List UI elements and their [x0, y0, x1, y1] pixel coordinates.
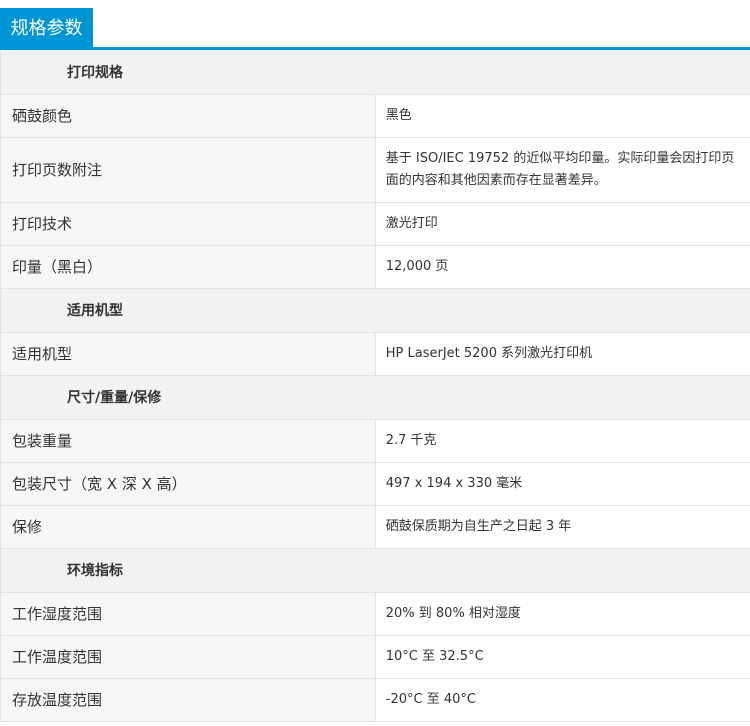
spec-value: HP LaserJet 5200 系列激光打印机	[375, 332, 750, 376]
section-header-print-specs: 打印规格	[0, 50, 750, 95]
spec-tab-title[interactable]: 规格参数	[0, 8, 93, 50]
spec-label: 印量（黑白）	[0, 245, 376, 289]
spec-value: 12,000 页	[375, 245, 750, 289]
section-title: 环境指标	[0, 548, 750, 593]
section-title: 适用机型	[0, 288, 750, 333]
spec-value: 497 x 194 x 330 毫米	[375, 462, 750, 506]
spec-row: 保修 硒鼓保质期为自生产之日起 3 年	[0, 505, 750, 549]
spec-label: 打印页数附注	[0, 137, 376, 203]
spec-label: 包装尺寸（宽 X 深 X 高）	[0, 462, 376, 506]
spec-table: 打印规格 硒鼓颜色 黑色 打印页数附注 基于 ISO/IEC 19752 的近似…	[0, 50, 750, 722]
spec-value: 10°C 至 32.5°C	[375, 635, 750, 679]
spec-value: 激光打印	[375, 202, 750, 246]
spec-label: 打印技术	[0, 202, 376, 246]
spec-label: 硒鼓颜色	[0, 94, 376, 138]
spec-row: 包装尺寸（宽 X 深 X 高） 497 x 194 x 330 毫米	[0, 462, 750, 506]
spec-row: 适用机型 HP LaserJet 5200 系列激光打印机	[0, 332, 750, 376]
spec-row: 包装重量 2.7 千克	[0, 419, 750, 463]
spec-value: 2.7 千克	[375, 419, 750, 463]
spec-label: 工作温度范围	[0, 635, 376, 679]
spec-label: 存放温度范围	[0, 678, 376, 722]
section-title: 打印规格	[0, 50, 750, 95]
spec-tab-header: 规格参数	[0, 0, 750, 50]
section-header-compatible-models: 适用机型	[0, 288, 750, 333]
spec-row: 打印技术 激光打印	[0, 202, 750, 246]
spec-value: 黑色	[375, 94, 750, 138]
spec-row: 硒鼓颜色 黑色	[0, 94, 750, 138]
spec-value: -20°C 至 40°C	[375, 678, 750, 722]
spec-row: 存放温度范围 -20°C 至 40°C	[0, 678, 750, 722]
spec-row: 工作温度范围 10°C 至 32.5°C	[0, 635, 750, 679]
spec-label: 工作湿度范围	[0, 592, 376, 636]
spec-label: 适用机型	[0, 332, 376, 376]
section-title: 尺寸/重量/保修	[0, 375, 750, 420]
spec-value: 硒鼓保质期为自生产之日起 3 年	[375, 505, 750, 549]
section-header-dimensions-weight-warranty: 尺寸/重量/保修	[0, 375, 750, 420]
spec-row: 印量（黑白） 12,000 页	[0, 245, 750, 289]
section-header-environment: 环境指标	[0, 548, 750, 593]
spec-label: 保修	[0, 505, 376, 549]
spec-value: 基于 ISO/IEC 19752 的近似平均印量。实际印量会因打印页面的内容和其…	[375, 137, 750, 203]
spec-label: 包装重量	[0, 419, 376, 463]
spec-row: 打印页数附注 基于 ISO/IEC 19752 的近似平均印量。实际印量会因打印…	[0, 137, 750, 203]
spec-value: 20% 到 80% 相对湿度	[375, 592, 750, 636]
spec-row: 工作湿度范围 20% 到 80% 相对湿度	[0, 592, 750, 636]
